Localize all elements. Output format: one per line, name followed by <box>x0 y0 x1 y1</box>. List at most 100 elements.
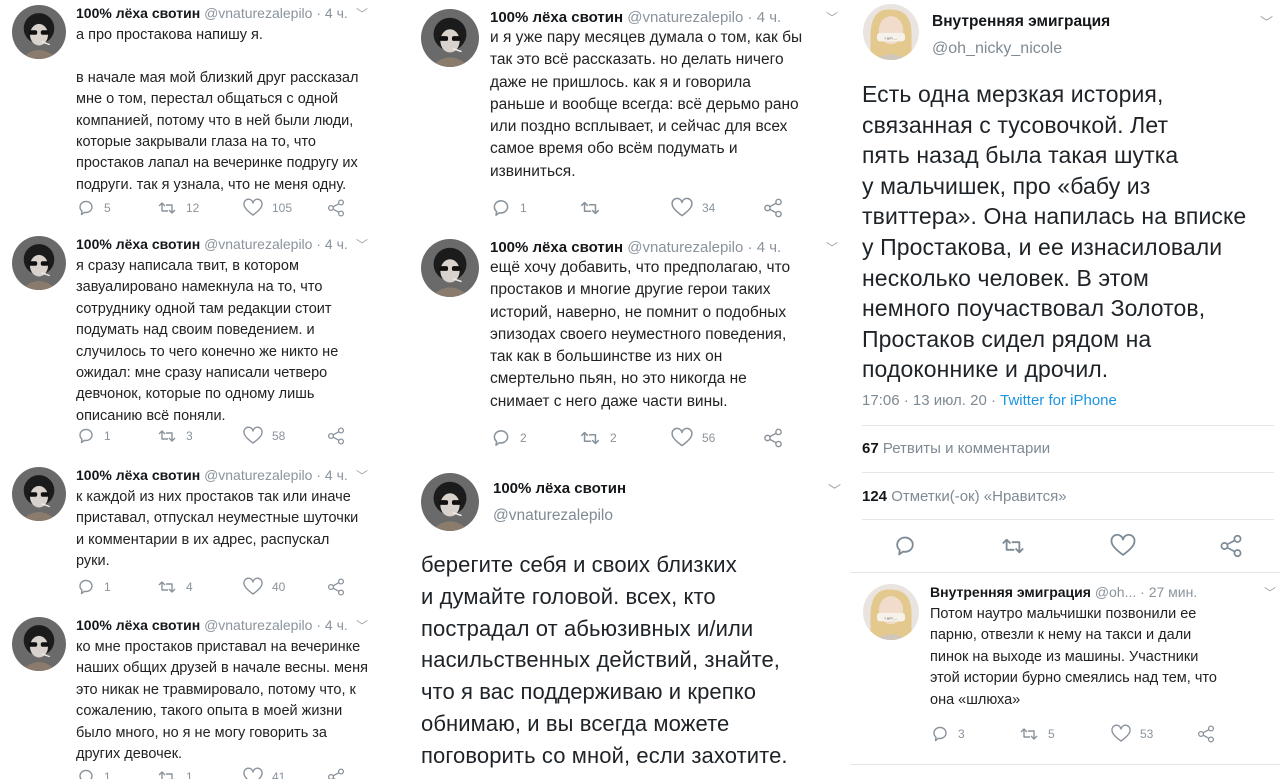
chevron-down-icon[interactable]: ﹀ <box>356 467 368 484</box>
author-name[interactable]: 100% лёха свотин <box>493 480 626 497</box>
avatar[interactable] <box>421 239 479 297</box>
retweet-button[interactable] <box>999 533 1027 559</box>
tweet-timestamp[interactable]: 17:06 · 13 июл. 20 · <box>862 392 996 409</box>
share-button[interactable] <box>326 426 346 446</box>
tweet-time[interactable]: 4 ч. <box>325 617 348 633</box>
retweet-button[interactable]: 5 <box>1018 724 1055 744</box>
avatar[interactable] <box>421 9 479 67</box>
divider <box>850 764 1280 765</box>
retweets-label: Ретвиты и комментарии <box>882 440 1051 457</box>
share-button[interactable] <box>762 427 784 449</box>
reply-button[interactable]: 1 <box>490 197 527 219</box>
tweet-time[interactable]: 4 ч. <box>757 239 782 256</box>
author-handle[interactable]: @vnaturezalepilo <box>204 5 312 21</box>
tweet-source-link[interactable]: Twitter for iPhone <box>1000 392 1117 409</box>
reply-button[interactable]: 1 <box>76 426 111 446</box>
author-name[interactable]: 100% лёха свотин <box>76 236 200 252</box>
heart-icon <box>1110 533 1136 556</box>
retweet-button[interactable]: 12 <box>156 198 199 218</box>
share-button[interactable] <box>1218 533 1244 559</box>
author-handle[interactable]: @vnaturezalepilo <box>493 507 613 525</box>
like-button[interactable]: 53 <box>1110 724 1153 744</box>
reply-tweet[interactable]: Внутренняя эмиграция @oh... · 27 мин. ﹀ … <box>850 584 1280 754</box>
author-handle[interactable]: @vnaturezalepilo <box>204 467 312 483</box>
like-button[interactable]: 41 <box>242 767 285 779</box>
share-button[interactable] <box>326 198 346 218</box>
reply-count: 5 <box>104 201 111 215</box>
reply-button[interactable] <box>892 533 918 559</box>
retweet-button[interactable]: 2 <box>578 427 617 449</box>
like-button[interactable]: 56 <box>670 427 715 449</box>
chevron-down-icon[interactable]: ﹀ <box>828 480 841 499</box>
chevron-down-icon[interactable]: ﹀ <box>1264 584 1276 601</box>
author-handle[interactable]: @vnaturezalepilo <box>627 239 743 256</box>
tweet-time[interactable]: 27 мин. <box>1149 584 1198 600</box>
author-handle[interactable]: @oh_nicky_nicole <box>932 40 1062 58</box>
retweet-button[interactable] <box>578 197 610 219</box>
tweet[interactable]: 100% лёха свотин @vnaturezalepilo · 4 ч.… <box>412 9 850 224</box>
share-button[interactable] <box>762 197 784 219</box>
reply-button[interactable]: 5 <box>76 198 111 218</box>
retweets-stat[interactable]: 67 Ретвиты и комментарии <box>862 440 1050 457</box>
retweet-button[interactable]: 3 <box>156 426 193 446</box>
avatar[interactable] <box>421 473 479 531</box>
tweet-time[interactable]: 4 ч. <box>757 9 782 26</box>
heart-icon <box>243 198 263 216</box>
author-name[interactable]: 100% лёха свотин <box>76 467 200 483</box>
avatar[interactable] <box>12 617 66 671</box>
avatar[interactable] <box>12 467 66 521</box>
chevron-down-icon[interactable]: ﹀ <box>1260 12 1273 31</box>
author-name[interactable]: Внутренняя эмиграция <box>930 584 1091 600</box>
reply-button[interactable]: 2 <box>490 427 527 449</box>
retweet-button[interactable]: 4 <box>156 577 193 597</box>
author-handle[interactable]: @vnaturezalepilo <box>204 617 312 633</box>
author-name[interactable]: 100% лёха свотин <box>76 5 200 21</box>
like-button[interactable]: 58 <box>242 426 285 446</box>
share-button[interactable] <box>326 577 346 597</box>
author-name[interactable]: 100% лёха свотин <box>490 239 623 256</box>
like-button[interactable]: 105 <box>242 198 292 218</box>
tweet[interactable]: 100% лёха свотин @vnaturezalepilo · 4 ч.… <box>0 5 412 225</box>
retweet-icon <box>1001 538 1025 554</box>
chevron-down-icon[interactable]: ﹀ <box>356 5 368 22</box>
tweet-actions: 1 34 <box>490 197 790 219</box>
reply-button[interactable]: 1 <box>76 767 111 779</box>
avatar[interactable] <box>863 4 919 60</box>
tweet[interactable]: 100% лёха свотин @vnaturezalepilo · 4 ч.… <box>0 236 412 456</box>
avatar[interactable] <box>863 584 919 640</box>
retweet-button[interactable]: 1 <box>156 767 193 779</box>
reply-button[interactable]: 3 <box>930 724 965 744</box>
likes-stat[interactable]: 124 Отметки(-ок) «Нравится» <box>862 488 1067 505</box>
share-button[interactable] <box>326 767 346 779</box>
tweet-time[interactable]: 4 ч. <box>325 5 348 21</box>
share-button[interactable] <box>1196 724 1216 744</box>
tweet-time[interactable]: 4 ч. <box>325 467 348 483</box>
tweet[interactable]: 100% лёха свотин @vnaturezalepilo · 4 ч.… <box>0 617 412 779</box>
retweet-icon <box>158 581 176 593</box>
heart-icon <box>671 427 693 447</box>
reply-icon <box>493 430 509 446</box>
author-name[interactable]: Внутренняя эмиграция <box>932 13 1110 31</box>
heart-icon <box>243 767 263 779</box>
reply-icon <box>79 200 93 216</box>
chevron-down-icon[interactable]: ﹀ <box>826 9 838 26</box>
tweet-time[interactable]: 4 ч. <box>325 236 348 252</box>
chevron-down-icon[interactable]: ﹀ <box>356 236 368 253</box>
like-button[interactable] <box>1109 533 1137 559</box>
tweet[interactable]: 100% лёха свотин @vnaturezalepilo · 4 ч.… <box>412 239 850 454</box>
tweet[interactable]: 100% лёха свотин @vnaturezalepilo · 4 ч.… <box>0 467 412 607</box>
author-handle[interactable]: @oh... <box>1095 584 1136 600</box>
chevron-down-icon[interactable]: ﹀ <box>826 239 838 256</box>
author-handle[interactable]: @vnaturezalepilo <box>204 236 312 252</box>
author-handle[interactable]: @vnaturezalepilo <box>627 9 743 26</box>
author-name[interactable]: 100% лёха свотин <box>490 9 623 26</box>
like-button[interactable]: 34 <box>670 197 715 219</box>
like-button[interactable]: 40 <box>242 577 285 597</box>
author-name[interactable]: 100% лёха свотин <box>76 617 200 633</box>
like-count: 40 <box>272 580 286 594</box>
avatar[interactable] <box>12 5 66 59</box>
avatar[interactable] <box>12 236 66 290</box>
tweet-detail-column: Внутренняя эмиграция @oh_nicky_nicole ﹀ … <box>850 0 1280 779</box>
chevron-down-icon[interactable]: ﹀ <box>356 617 368 634</box>
reply-button[interactable]: 1 <box>76 577 111 597</box>
